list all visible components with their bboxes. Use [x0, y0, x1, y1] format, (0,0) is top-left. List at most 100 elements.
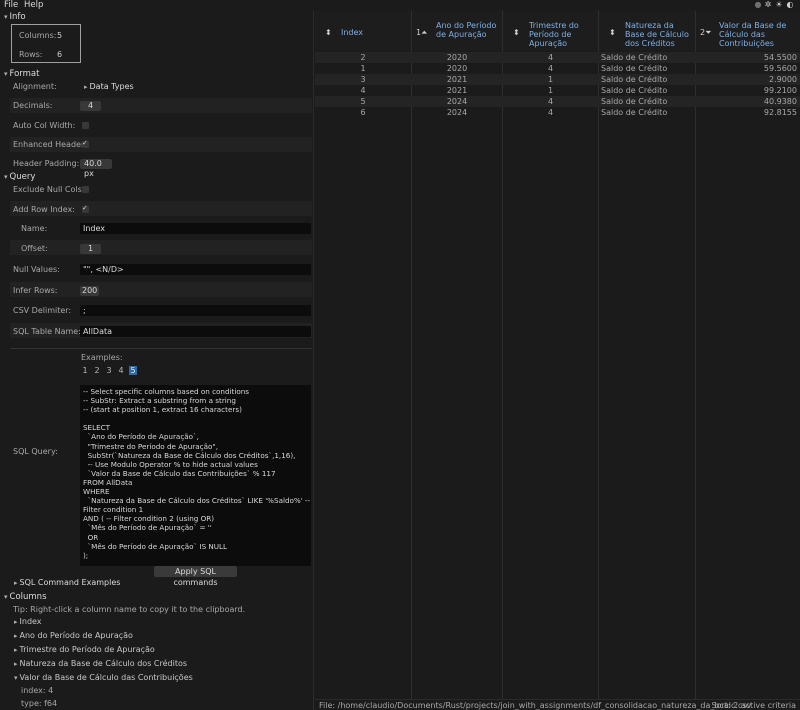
header-ano[interactable]: 1⏶ Ano do Período de Apuração — [412, 11, 502, 51]
offset-stepper[interactable]: 1 — [80, 244, 101, 254]
table-cell: 4 — [547, 53, 554, 62]
header-valor[interactable]: 2⏷ Valor da Base de Cálculo das Contribu… — [696, 11, 800, 51]
table-row[interactable]: 6 2024 4 Saldo de Crédito 92.8155 — [315, 107, 800, 118]
columns-value: 5 — [57, 31, 63, 40]
alignment-label: Alignment: — [13, 82, 57, 91]
decimals-stepper[interactable]: 4 — [80, 101, 101, 111]
enhanced-header-label: Enhanced Header: — [13, 140, 87, 149]
columns-tip: Tip: Right-click a column name to copy i… — [13, 605, 246, 614]
table-cell: 59.5600 — [763, 64, 797, 73]
status-bar: File: /home/claudio/Documents/Rust/proje… — [315, 699, 800, 710]
table-cell: 4 — [547, 97, 554, 106]
column-item-valor[interactable]: ▾ Valor da Base de Cálculo das Contribuiç… — [14, 673, 193, 682]
sql-query-label: SQL Query: — [13, 447, 58, 456]
offset-label: Offset: — [21, 244, 48, 253]
query-section-header[interactable]: ▾ Query — [4, 172, 35, 182]
sql-examples-label: SQL Command Examples — [19, 578, 121, 587]
null-values-input[interactable]: "", <N/D> — [80, 264, 311, 275]
theme-moon-icon[interactable]: ◐ — [786, 1, 794, 9]
null-values-label: Null Values: — [13, 265, 60, 274]
table-row[interactable]: 5 2024 4 Saldo de Crédito 40.9380 — [315, 96, 800, 107]
column-item-label: Valor da Base de Cálculo das Contribuiçõ… — [19, 673, 193, 682]
info-section-header[interactable]: ▾ Info — [4, 12, 26, 22]
index-name-label: Name: — [21, 224, 48, 233]
info-header-label: Info — [9, 12, 26, 22]
apply-sql-button[interactable]: Apply SQL commands — [154, 566, 237, 587]
table-row[interactable]: 1 2020 4 Saldo de Crédito 59.5600 — [315, 63, 800, 74]
auto-col-width-checkbox[interactable] — [82, 122, 89, 129]
format-section-header[interactable]: ▾ Format — [4, 69, 39, 79]
example-4-button[interactable]: 4 — [117, 366, 125, 375]
column-detail-index: index: 4 — [21, 686, 54, 695]
table-header: ⬍ Index 1⏶ Ano do Período de Apuração ⬍ … — [315, 11, 800, 51]
table-cell: 3 — [360, 75, 366, 84]
table-cell: Saldo de Crédito — [601, 75, 668, 84]
exclude-null-cols-label: Exclude Null Cols: — [13, 185, 85, 194]
sort-desc-icon[interactable]: 2⏷ — [700, 28, 712, 37]
rows-label: Rows: — [19, 50, 43, 59]
side-panel: ▾ Info Columns: 5 Rows: 6 ▾ Format Alignme… — [0, 11, 314, 710]
sql-table-name-label: SQL Table Name: — [13, 327, 81, 336]
table-cell: Saldo de Crédito — [601, 86, 668, 95]
table-cell: Saldo de Crédito — [601, 53, 668, 62]
table-cell: 99.2100 — [763, 86, 797, 95]
query-header-label: Query — [9, 172, 36, 182]
decimals-row — [10, 98, 312, 113]
theme-sun-icon[interactable]: ☀ — [775, 1, 783, 9]
example-1-button[interactable]: 1 — [81, 366, 89, 375]
column-item-trimestre[interactable]: ▸ Trimestre do Período de Apuração — [14, 645, 155, 654]
data-types-collapsible[interactable]: ▸ Data Types — [84, 82, 134, 91]
sort-toggle-icon[interactable]: ⬍ — [609, 28, 616, 37]
data-types-label: Data Types — [89, 82, 134, 91]
index-name-input[interactable]: Index — [80, 223, 311, 234]
columns-header-label: Columns — [9, 592, 47, 602]
column-item-index[interactable]: ▸ Index — [14, 617, 42, 626]
collapse-arrow-icon: ▾ — [4, 173, 8, 181]
infer-rows-stepper[interactable]: 200 — [80, 286, 99, 296]
table-cell: 6 — [360, 108, 366, 117]
table-row[interactable]: 2 2020 4 Saldo de Crédito 54.5500 — [315, 52, 800, 63]
header-padding-label: Header Padding: — [13, 159, 80, 168]
example-3-button[interactable]: 3 — [105, 366, 113, 375]
settings-gear-icon[interactable]: ✲ — [764, 1, 772, 9]
table-row[interactable]: 3 2021 1 Saldo de Crédito 2.9000 — [315, 74, 800, 85]
sort-toggle-icon[interactable]: ⬍ — [325, 28, 332, 37]
column-item-ano[interactable]: ▸ Ano do Período de Apuração — [14, 631, 133, 640]
enhanced-header-checkbox[interactable] — [82, 139, 89, 148]
auto-col-width-label: Auto Col Width: — [13, 121, 76, 130]
table-cell: Saldo de Crédito — [601, 108, 668, 117]
table-cell: 4 — [360, 86, 366, 95]
sql-table-name-input[interactable]: AllData — [80, 326, 311, 337]
table-cell: 2020 — [446, 53, 468, 62]
header-label: Valor da Base de Cálculo das Contribuiçõ… — [719, 21, 787, 48]
csv-delimiter-input[interactable]: ; — [80, 305, 311, 316]
table-cell: Saldo de Crédito — [601, 97, 668, 106]
sort-asc-icon[interactable]: 1⏶ — [416, 28, 428, 37]
header-natureza[interactable]: ⬍ Natureza da Base de Cálculo dos Crédit… — [599, 11, 695, 51]
collapse-arrow-icon: ▾ — [14, 674, 18, 682]
columns-section-header[interactable]: ▾ Columns — [4, 592, 47, 602]
table-cell: 2021 — [446, 86, 468, 95]
sql-query-editor[interactable]: -- Select specific columns based on cond… — [80, 385, 311, 566]
exclude-null-cols-checkbox[interactable] — [82, 186, 89, 193]
add-row-index-checkbox[interactable] — [82, 204, 89, 213]
header-padding-stepper[interactable]: 40.0 px — [80, 159, 112, 178]
data-table: ⬍ Index 1⏶ Ano do Período de Apuração ⬍ … — [315, 11, 800, 699]
header-index[interactable]: ⬍ Index — [315, 11, 411, 51]
sql-examples-collapsible[interactable]: ▸ SQL Command Examples — [14, 578, 120, 587]
expand-arrow-icon: ▸ — [14, 660, 18, 668]
table-cell: 1 — [360, 64, 366, 73]
example-5-button[interactable]: 5 — [129, 366, 137, 375]
example-2-button[interactable]: 2 — [93, 366, 101, 375]
menu-file[interactable]: File — [4, 0, 18, 10]
table-cell: 2024 — [446, 97, 468, 106]
status-file-path: File: /home/claudio/Documents/Rust/proje… — [319, 701, 752, 710]
column-item-natureza[interactable]: ▸ Natureza da Base de Cálculo dos Crédito… — [14, 659, 187, 668]
table-cell: 2021 — [446, 75, 468, 84]
table-cell: 5 — [360, 97, 366, 106]
header-trimestre[interactable]: ⬍ Trimestre do Período de Apuração — [503, 11, 598, 51]
header-label: Natureza da Base de Cálculo dos Créditos — [625, 21, 689, 48]
sort-toggle-icon[interactable]: ⬍ — [513, 28, 520, 37]
menu-help[interactable]: Help — [24, 0, 43, 10]
table-row[interactable]: 4 2021 1 Saldo de Crédito 99.2100 — [315, 85, 800, 96]
